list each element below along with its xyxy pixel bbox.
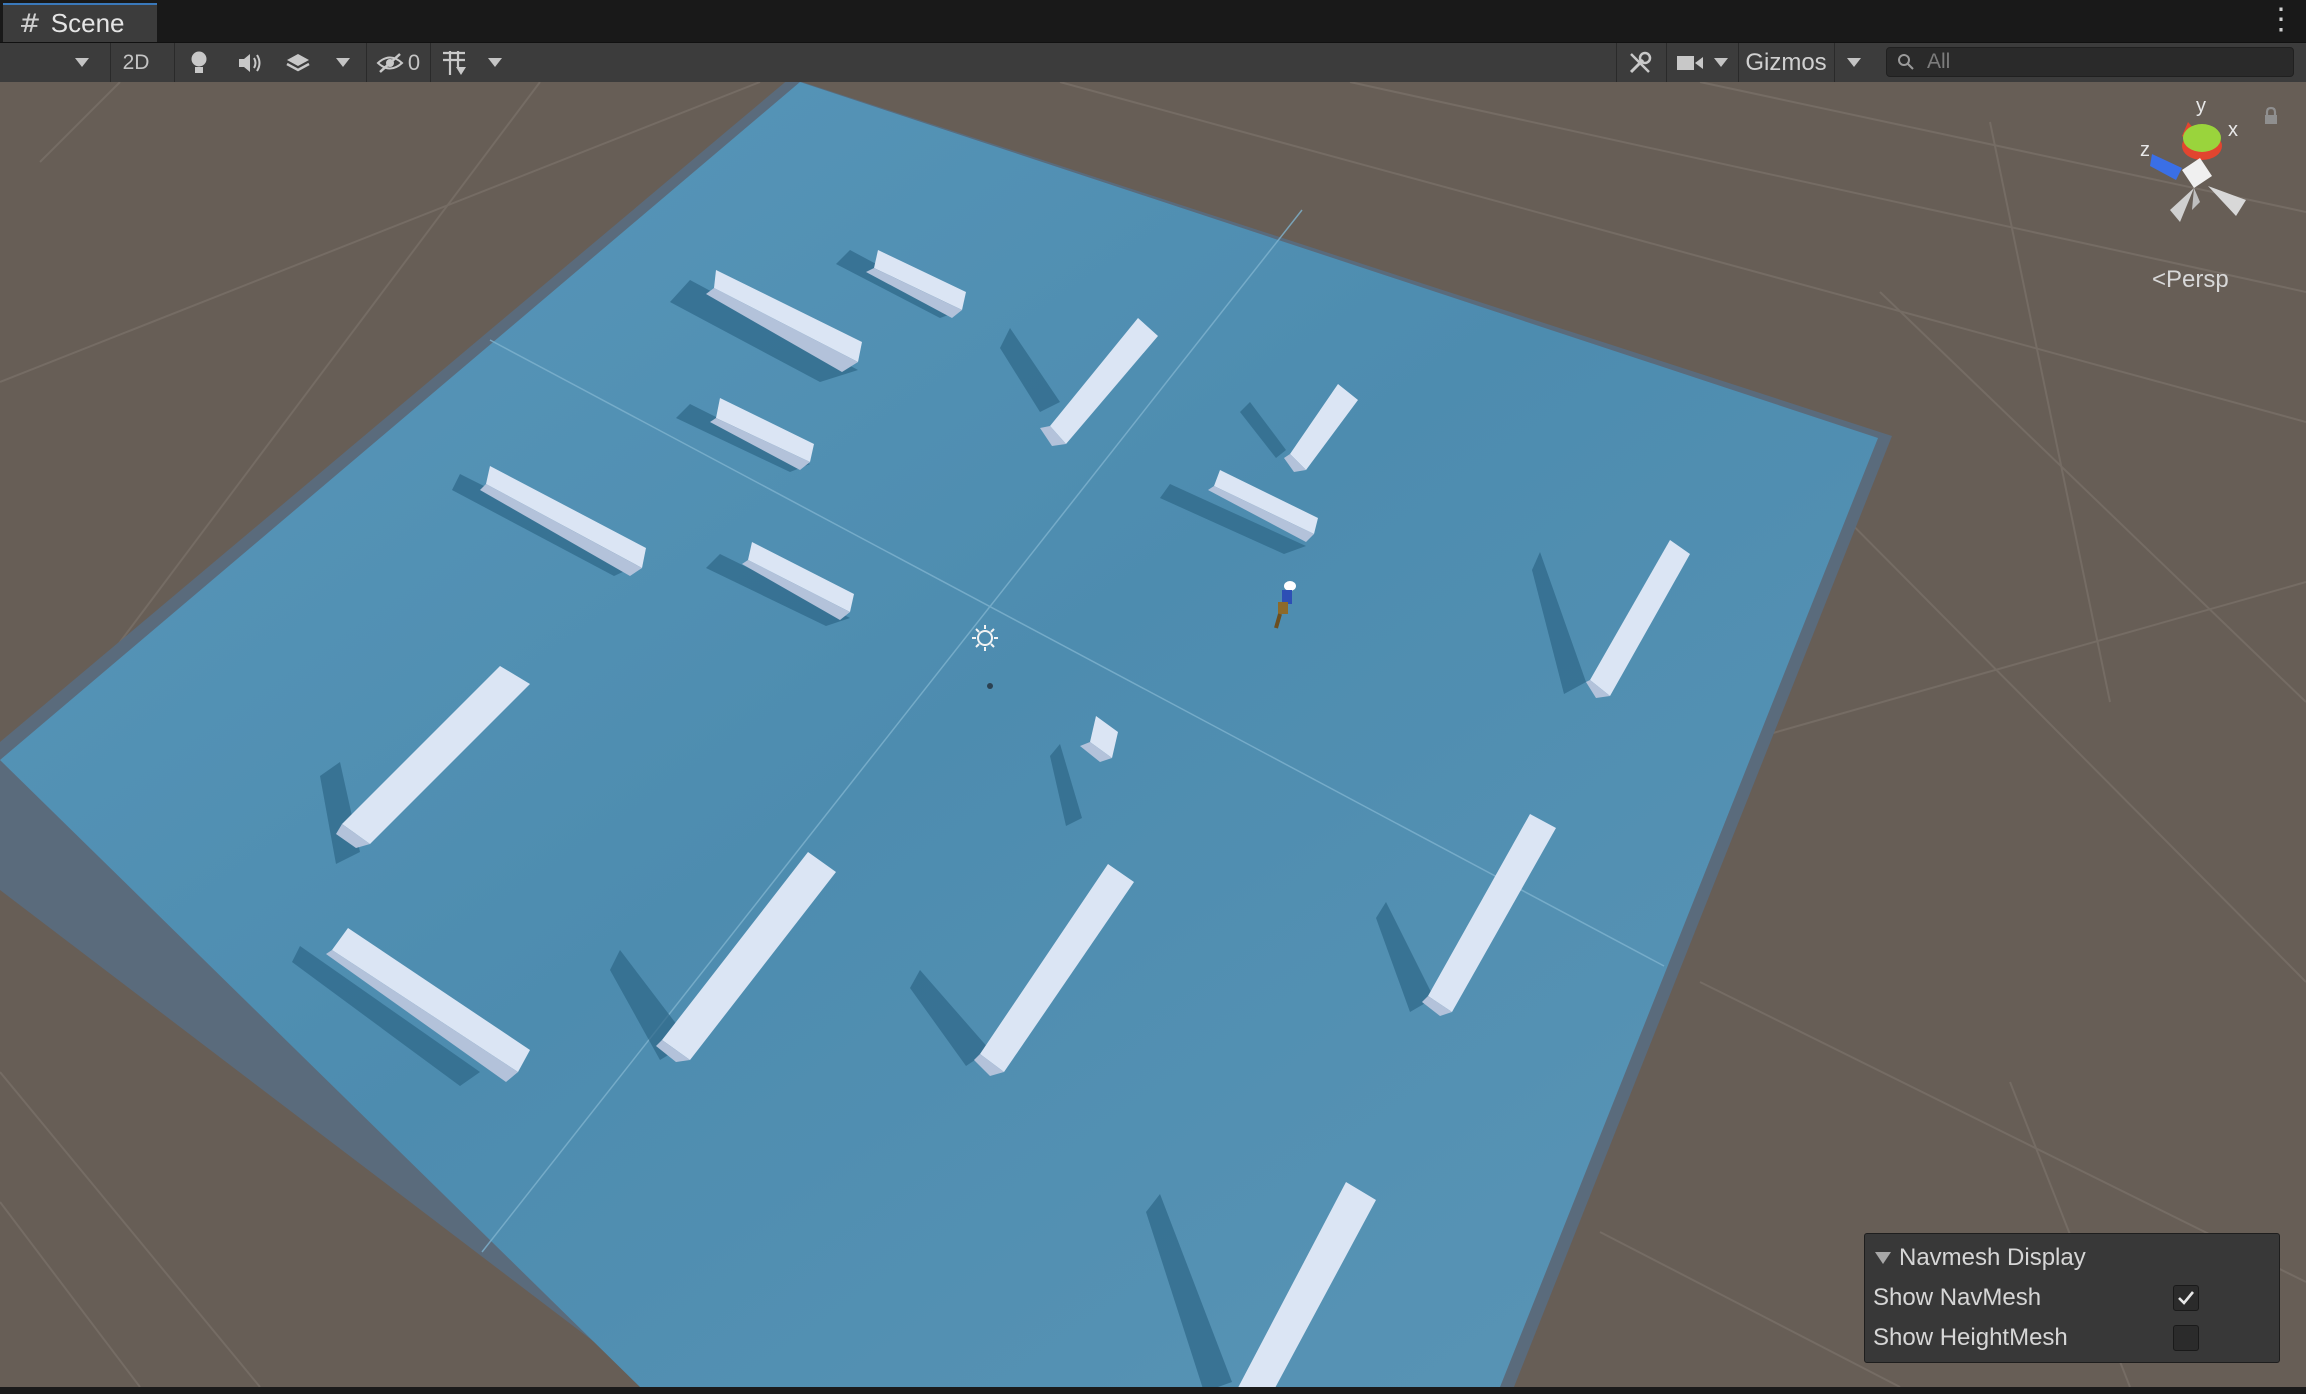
scene-render[interactable] xyxy=(0,82,2306,1387)
show-heightmesh-label: Show HeightMesh xyxy=(1873,1324,2068,1351)
axis-neg-y-cone[interactable] xyxy=(2170,188,2194,222)
search-icon xyxy=(1898,54,1914,70)
layers-stack-icon xyxy=(286,53,310,71)
grid-hash-icon: # xyxy=(19,8,41,39)
more-vertical-icon[interactable]: ⋮ xyxy=(2266,4,2296,36)
navmesh-surface xyxy=(0,82,1878,1387)
chevron-down-icon xyxy=(75,58,89,67)
world-origin-marker xyxy=(987,683,993,689)
axis-z-label: z xyxy=(2140,139,2150,161)
toggle-2d-button[interactable]: 2D xyxy=(110,43,161,82)
axis-x-label: x xyxy=(2228,119,2238,141)
navmesh-display-panel: Navmesh Display Show NavMesh Show Height… xyxy=(1864,1233,2280,1363)
gizmos-dropdown[interactable] xyxy=(1834,43,1873,82)
lighting-toggle[interactable] xyxy=(174,43,223,82)
navmesh-panel-title: Navmesh Display xyxy=(1899,1244,2086,1271)
show-navmesh-row: Show NavMesh xyxy=(1865,1279,2279,1317)
audio-toggle[interactable] xyxy=(226,43,274,82)
scene-viewport[interactable] xyxy=(0,82,2306,1387)
tab-scene[interactable]: # Scene xyxy=(3,3,157,42)
camera-icon xyxy=(1677,55,1703,70)
chevron-left-icon: < xyxy=(2152,266,2167,293)
axis-y-cone[interactable] xyxy=(2183,124,2221,152)
orientation-gizmo[interactable]: y x z xyxy=(2110,92,2270,252)
chevron-down-icon xyxy=(1714,58,1728,67)
navmesh-panel-header[interactable]: Navmesh Display xyxy=(1865,1239,2279,1277)
chevron-down-icon xyxy=(336,58,350,67)
search-input[interactable] xyxy=(1925,49,2289,75)
speaker-icon xyxy=(239,53,261,72)
axis-y-label: y xyxy=(2196,95,2206,117)
show-navmesh-checkbox[interactable] xyxy=(2173,1285,2199,1311)
show-heightmesh-row: Show HeightMesh xyxy=(1865,1319,2279,1357)
toggle-2d-label: 2D xyxy=(122,50,150,74)
camera-settings-dropdown[interactable] xyxy=(1666,43,1737,82)
hidden-objects-toggle[interactable]: 0 xyxy=(366,43,429,82)
projection-toggle[interactable]: <Persp xyxy=(2152,266,2229,294)
gizmos-button[interactable]: Gizmos xyxy=(1738,43,1833,82)
scene-toolbar: 2D 0 Gizmos All xyxy=(0,43,2306,83)
lightbulb-icon xyxy=(191,51,207,73)
axis-z-cone[interactable] xyxy=(2150,154,2182,180)
gizmos-label: Gizmos xyxy=(1745,48,1827,76)
wrench-icon xyxy=(1629,51,1652,73)
effects-dropdown[interactable] xyxy=(326,43,360,82)
draw-mode-dropdown[interactable] xyxy=(0,43,104,82)
projection-label: Persp xyxy=(2166,266,2229,293)
collapse-triangle-icon xyxy=(1875,1252,1891,1264)
show-navmesh-label: Show NavMesh xyxy=(1873,1284,2042,1311)
lock-icon[interactable] xyxy=(2262,106,2280,126)
grid-dropdown[interactable] xyxy=(478,43,512,82)
grid-snap-toggle[interactable] xyxy=(430,43,477,82)
hierarchy-search[interactable] xyxy=(1886,47,2294,77)
show-heightmesh-checkbox[interactable] xyxy=(2173,1325,2199,1351)
checkmark-icon xyxy=(2178,1291,2195,1305)
hidden-count: 0 xyxy=(407,49,421,75)
viewport-bottom-border xyxy=(0,1387,2306,1394)
chevron-down-icon xyxy=(1847,58,1861,67)
axis-neg-x-cone[interactable] xyxy=(2208,186,2246,216)
tools-toggle[interactable] xyxy=(1616,43,1663,82)
gizmo-center-cube[interactable] xyxy=(2182,158,2212,188)
tab-scene-label: Scene xyxy=(50,8,125,38)
window-tab-bar: # Scene ⋮ xyxy=(0,0,2306,43)
chevron-down-icon xyxy=(488,58,502,67)
effects-toggle[interactable] xyxy=(278,43,318,82)
eye-slash-icon xyxy=(376,52,404,73)
grid-snap-icon xyxy=(443,50,466,75)
